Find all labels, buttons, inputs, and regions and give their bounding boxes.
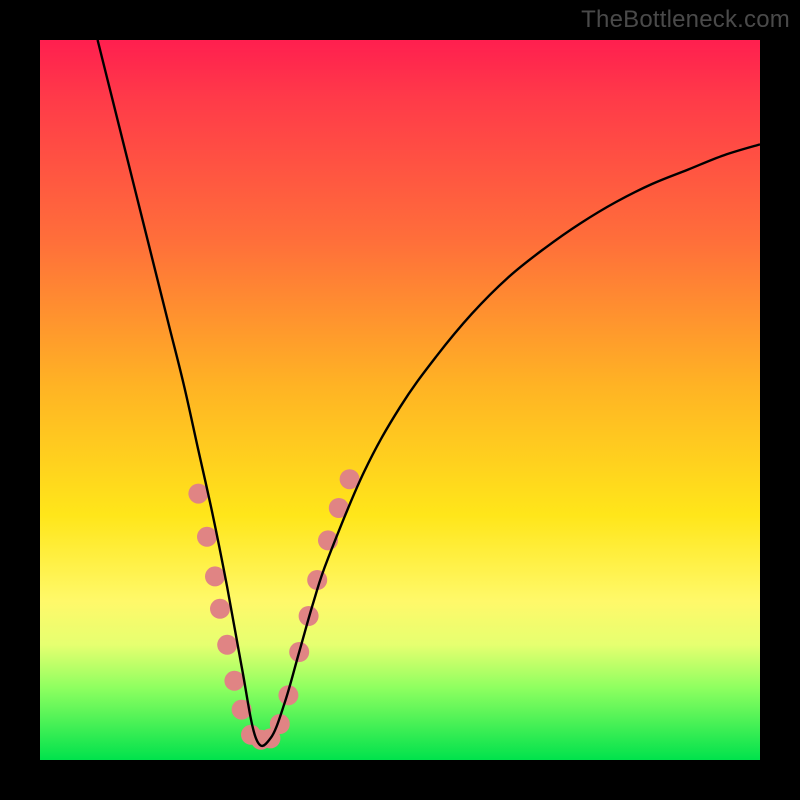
dots-layer bbox=[188, 469, 359, 750]
highlight-dot bbox=[205, 566, 225, 586]
outer-frame: TheBottleneck.com bbox=[0, 0, 800, 800]
bottleneck-curve bbox=[98, 40, 760, 746]
chart-svg bbox=[40, 40, 760, 760]
watermark-text: TheBottleneck.com bbox=[581, 6, 790, 34]
highlight-dot bbox=[217, 635, 237, 655]
highlight-dot bbox=[197, 527, 217, 547]
plot-area bbox=[40, 40, 760, 760]
highlight-dot bbox=[210, 599, 230, 619]
highlight-dot bbox=[224, 671, 244, 691]
